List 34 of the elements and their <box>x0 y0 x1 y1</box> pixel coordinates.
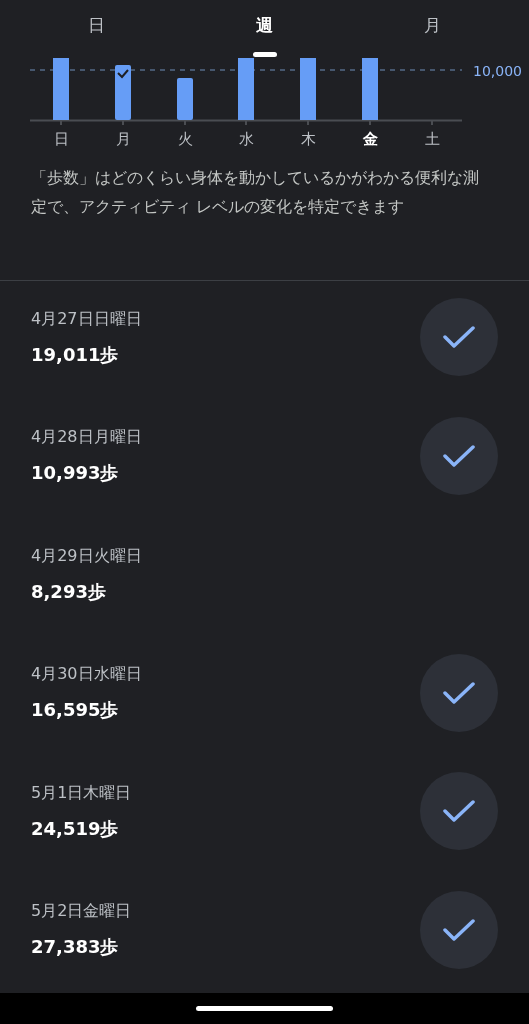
date-label: 4月28日月曜日 <box>31 426 143 449</box>
date-label: 5月1日木曜日 <box>31 781 133 804</box>
description-text: 「歩数」はどのくらい身体を動かしているかがわかる便利な測定で、アクティビティ レベルの変化を特定できます <box>31 167 480 218</box>
step-count: 8,293歩 <box>31 579 107 604</box>
day-label[interactable]: 月 <box>111 128 135 151</box>
goal-label: 10,000 <box>473 62 522 81</box>
period-tab[interactable]: 月 <box>348 13 517 39</box>
check-icon <box>443 917 475 942</box>
day-label[interactable]: 水 <box>234 128 258 151</box>
date-label: 4月29日火曜日 <box>31 544 143 567</box>
home-indicator[interactable] <box>196 1006 333 1011</box>
date-label: 4月27日日曜日 <box>31 307 143 330</box>
tab-indicator <box>253 52 277 57</box>
date-label: 4月30日水曜日 <box>31 663 143 686</box>
check-icon <box>117 69 129 79</box>
step-count: 10,993歩 <box>31 461 120 486</box>
entry-row[interactable]: 4月29日火曜日 8,293歩 <box>0 520 529 639</box>
day-label[interactable]: 金 <box>358 128 382 151</box>
period-tab[interactable]: 日 <box>12 13 181 39</box>
day-label[interactable]: 日 <box>49 128 73 151</box>
check-icon <box>443 325 475 350</box>
day-label[interactable]: 火 <box>173 128 197 151</box>
date-label: 5月2日金曜日 <box>31 900 133 923</box>
day-label[interactable]: 木 <box>296 128 320 151</box>
step-count: 16,595歩 <box>31 698 120 723</box>
check-icon <box>443 443 475 468</box>
check-icon <box>443 799 475 824</box>
step-count: 24,519歩 <box>31 816 120 841</box>
check-icon <box>443 680 475 705</box>
day-label[interactable]: 土 <box>420 128 444 151</box>
bar[interactable] <box>115 65 131 120</box>
step-count: 27,383歩 <box>31 935 120 960</box>
step-count: 19,011歩 <box>31 342 120 367</box>
period-tab[interactable]: 週 <box>180 13 349 39</box>
